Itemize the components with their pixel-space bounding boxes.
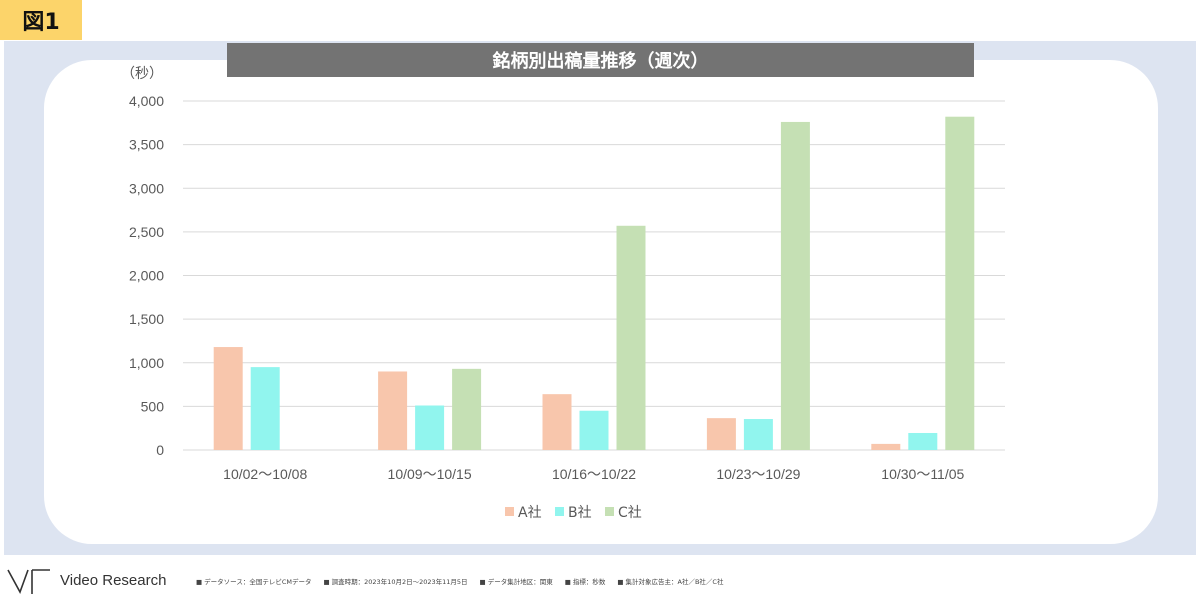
x-tick-label: 10/30～11/05: [881, 466, 964, 482]
legend-label: A社: [518, 505, 542, 521]
bar-b: [908, 432, 938, 450]
bar-a: [706, 418, 736, 450]
bar-c: [452, 368, 482, 450]
y-tick-label: 4,000: [129, 93, 164, 109]
y-tick-label: 1,000: [129, 355, 164, 371]
footer-note: 指標：秒数: [565, 576, 606, 586]
bar-b: [743, 419, 773, 450]
bar-c: [616, 225, 646, 450]
x-tick-label: 10/09～10/15: [388, 466, 472, 482]
y-tick-label: 2,500: [129, 224, 164, 240]
x-tick-label: 10/23～10/29: [716, 466, 800, 482]
y-tick-label: 2,000: [129, 268, 164, 284]
y-tick-label: 0: [156, 442, 164, 458]
legend-label: C社: [618, 505, 642, 521]
bar-chart: 0 500 1,000 1,500 2,000 2,500 3,000 3,500 4,000 （…: [121, 66, 1005, 521]
legend-swatch: [505, 507, 514, 516]
legend-swatch: [605, 507, 614, 516]
video-research-logo-icon: [7, 569, 50, 594]
bar-b: [415, 405, 445, 450]
footer-note: データソース：全国テレビCMデータ: [196, 576, 311, 586]
bar-b: [250, 367, 280, 450]
y-tick-label: 1,500: [129, 311, 164, 327]
y-tick-label: 500: [141, 398, 165, 414]
bar-a: [213, 347, 243, 450]
footer-note: データ集計地区：関東: [480, 576, 553, 586]
x-tick-label: 10/16～10/22: [552, 466, 636, 482]
legend-label: B社: [568, 505, 592, 521]
legend-swatch: [555, 507, 564, 516]
bar-a: [542, 394, 572, 450]
footer-note: 集計対象広告主：A社／B社／C社: [617, 576, 724, 586]
bar-b: [579, 410, 609, 450]
bar-a: [378, 371, 408, 450]
bar-c: [945, 116, 975, 450]
bar-a: [871, 443, 901, 450]
brand-name: Video Research: [60, 572, 167, 589]
footer-note: 調査時期：2023年10月2日～2023年11月5日: [323, 576, 468, 586]
y-axis-label: （秒）: [121, 66, 163, 82]
y-tick-label: 3,500: [129, 137, 164, 153]
x-tick-label: 10/02～10/08: [223, 466, 307, 482]
y-tick-label: 3,000: [129, 180, 164, 196]
footer-notes: データソース：全国テレビCMデータ 調査時期：2023年10月2日～2023年1…: [196, 576, 723, 586]
bar-c: [780, 121, 810, 450]
